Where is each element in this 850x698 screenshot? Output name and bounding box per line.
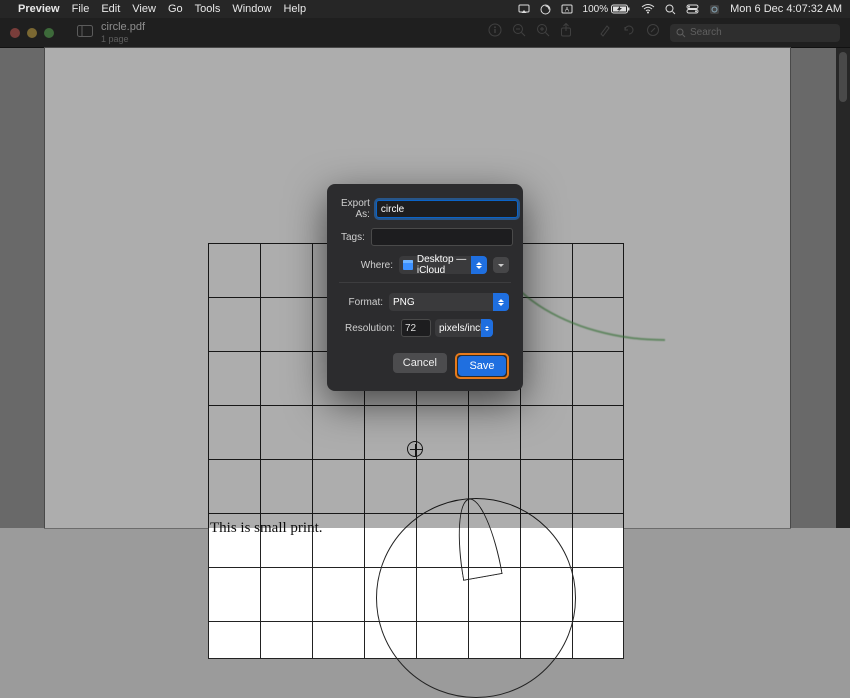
menu-view[interactable]: View <box>132 3 156 15</box>
expand-location-button[interactable] <box>493 257 509 273</box>
tags-label: Tags: <box>341 232 365 243</box>
search-placeholder: Search <box>690 27 722 38</box>
status-siri-icon[interactable] <box>709 4 720 15</box>
zoom-out-icon[interactable] <box>512 23 526 42</box>
menu-edit[interactable]: Edit <box>101 3 120 15</box>
window-close-button[interactable] <box>10 28 20 38</box>
menu-window[interactable]: Window <box>232 3 271 15</box>
menubar-app-name[interactable]: Preview <box>18 3 60 15</box>
macos-menubar: Preview File Edit View Go Tools Window H… <box>0 0 850 18</box>
window-minimize-button[interactable] <box>27 28 37 38</box>
save-button-highlight: Save <box>455 353 509 379</box>
menu-help[interactable]: Help <box>283 3 306 15</box>
format-value: PNG <box>393 297 415 308</box>
tags-row: Tags: <box>341 228 509 246</box>
vertical-scrollbar[interactable] <box>836 48 850 528</box>
resolution-row: Resolution: pixels/inch <box>341 319 509 337</box>
cancel-button[interactable]: Cancel <box>393 353 447 373</box>
resolution-unit-select[interactable]: pixels/inch <box>435 319 493 337</box>
resolution-unit-value: pixels/inch <box>439 323 486 334</box>
zoom-in-icon[interactable] <box>536 23 550 42</box>
document-subtitle: 1 page <box>101 34 145 44</box>
document-title-block: circle.pdf 1 page <box>101 21 145 43</box>
where-select[interactable]: Desktop — iCloud <box>399 256 487 274</box>
status-keyboard-icon[interactable]: A <box>561 4 573 14</box>
menu-tools[interactable]: Tools <box>195 3 221 15</box>
battery-percent-label: 100% <box>583 4 609 15</box>
menubar-datetime[interactable]: Mon 6 Dec 4:07:32 AM <box>730 3 842 15</box>
where-label: Where: <box>341 260 393 271</box>
export-as-row: Export As: <box>341 198 509 220</box>
chevron-updown-icon <box>493 293 509 311</box>
window-traffic-lights <box>10 28 61 38</box>
tags-input[interactable] <box>371 228 513 246</box>
format-row: Format: PNG <box>341 293 509 311</box>
highlight-icon[interactable] <box>598 23 612 42</box>
status-spotlight-icon[interactable] <box>665 4 676 15</box>
menu-file[interactable]: File <box>72 3 90 15</box>
export-as-input[interactable] <box>376 200 518 218</box>
window-zoom-button[interactable] <box>44 28 54 38</box>
resolution-input[interactable] <box>401 319 431 337</box>
sheet-button-row: Cancel Save <box>341 353 509 379</box>
window-titlebar: circle.pdf 1 page Search <box>0 18 850 48</box>
format-select[interactable]: PNG <box>389 293 509 311</box>
export-sheet: Export As: Tags: Where: Desktop — iCloud… <box>327 184 523 391</box>
folder-icon <box>403 260 413 270</box>
status-control-center-icon[interactable] <box>686 4 699 14</box>
save-button[interactable]: Save <box>458 356 506 376</box>
small-print-text: This is small print. <box>210 520 323 537</box>
svg-text:A: A <box>565 8 569 14</box>
menu-go[interactable]: Go <box>168 3 183 15</box>
rotate-icon[interactable] <box>622 23 636 42</box>
chevron-updown-icon <box>481 319 493 337</box>
document-title: circle.pdf <box>101 21 145 33</box>
status-wifi-icon[interactable] <box>641 4 655 14</box>
export-as-label: Export As: <box>341 198 370 220</box>
center-marker-icon <box>407 441 423 457</box>
toolbar-search[interactable]: Search <box>670 24 840 42</box>
share-icon[interactable] <box>560 23 572 42</box>
scrollbar-thumb[interactable] <box>839 52 847 102</box>
status-screen-mirror-icon[interactable] <box>518 4 530 14</box>
format-label: Format: <box>341 297 383 308</box>
status-battery[interactable]: 100% <box>583 4 632 15</box>
search-icon <box>676 28 686 38</box>
markup-icon[interactable] <box>646 23 660 42</box>
section-divider <box>339 282 511 283</box>
sidebar-toggle-icon[interactable] <box>77 24 93 42</box>
chevron-updown-icon <box>471 256 487 274</box>
where-row: Where: Desktop — iCloud <box>341 256 509 274</box>
status-sync-icon[interactable] <box>540 4 551 15</box>
resolution-label: Resolution: <box>341 323 395 334</box>
info-icon[interactable] <box>488 23 502 42</box>
